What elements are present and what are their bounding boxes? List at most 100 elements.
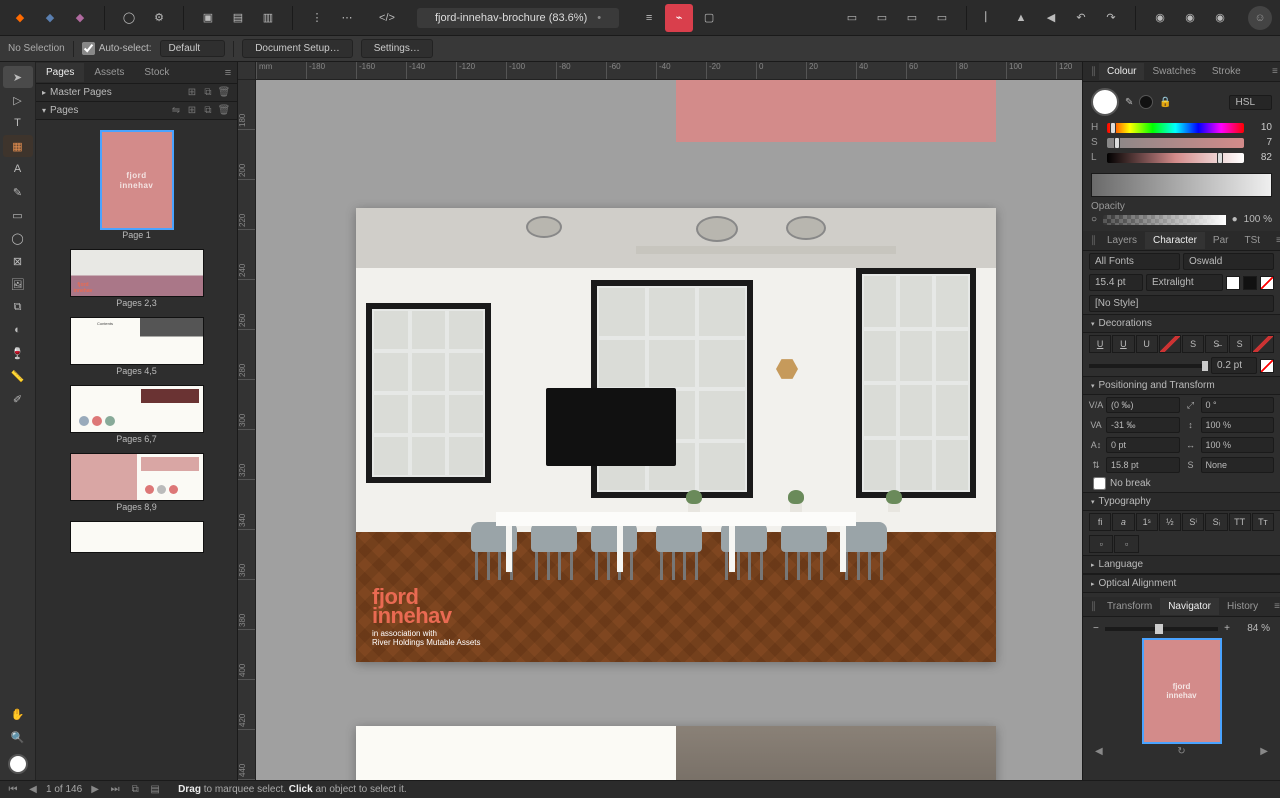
hscale-field[interactable]: 100 % xyxy=(1201,437,1275,453)
strike-none-btn[interactable] xyxy=(1252,335,1274,353)
master-pages-section[interactable]: ▸ Master Pages ⊞ ⧉ 🗑 xyxy=(36,84,237,102)
underline-color-btn[interactable]: U xyxy=(1136,335,1158,353)
view-mode-icon[interactable]: ◯ xyxy=(115,4,143,32)
fractions-btn[interactable]: ½ xyxy=(1159,513,1181,531)
align-left-icon[interactable]: ⎸ xyxy=(977,4,1005,32)
text-panel-collapse-icon[interactable]: ∥ xyxy=(1083,232,1099,249)
settings-button[interactable]: Settings… xyxy=(361,39,433,58)
italic-alt-btn[interactable]: a xyxy=(1112,513,1134,531)
toggle-ui-icon[interactable]: ≡ xyxy=(635,4,663,32)
ungroup-icon[interactable]: ◉ xyxy=(1176,4,1204,32)
navigator-thumbnail[interactable]: fjordinnehav xyxy=(1144,640,1220,742)
ligatures-btn[interactable]: fi xyxy=(1089,513,1111,531)
hue-value[interactable]: 10 xyxy=(1250,122,1272,133)
kerning-field[interactable]: (0 ‰) xyxy=(1106,397,1180,413)
page-thumb-23[interactable]: fjordinnehav xyxy=(71,250,203,296)
nav-rotate-icon[interactable]: ↻ xyxy=(1177,746,1185,757)
zoom-tool[interactable]: 🔍 xyxy=(3,726,33,748)
spread-main[interactable]: fjord innehav in association withRiver H… xyxy=(356,208,996,662)
assets-tab[interactable]: Assets xyxy=(84,63,134,82)
font-family-dropdown[interactable]: Oswald xyxy=(1183,253,1274,270)
page-thumb-next[interactable] xyxy=(71,522,203,552)
colour-tab[interactable]: Colour xyxy=(1099,63,1144,80)
document-setup-button[interactable]: Document Setup… xyxy=(242,39,353,58)
view-hand-tool[interactable]: ✋ xyxy=(3,703,33,725)
pages-section[interactable]: ▾ Pages ⇋ ⊞ ⧉ 🗑 xyxy=(36,102,237,120)
page-thumb-89[interactable] xyxy=(71,454,203,500)
nav-panel-menu-icon[interactable]: ≡ xyxy=(1266,598,1280,615)
pages-del-icon[interactable]: 🗑 xyxy=(217,105,231,116)
snapping-dropdown-icon[interactable]: ⋯ xyxy=(333,4,361,32)
master-dup-icon[interactable]: ⧉ xyxy=(201,87,215,98)
color-lock-icon[interactable]: 🔒 xyxy=(1159,97,1171,108)
fill-tool[interactable]: ◐ xyxy=(3,319,33,341)
text-wrap-3-icon[interactable]: ▥ xyxy=(254,4,282,32)
fill-well-icon[interactable] xyxy=(1091,88,1119,116)
colour-panel-menu-icon[interactable]: ≡ xyxy=(1264,63,1280,80)
transparency-tool[interactable]: 🍷 xyxy=(3,342,33,364)
document-modified-icon[interactable]: • xyxy=(597,12,601,24)
font-size-field[interactable]: 15.4 pt xyxy=(1089,274,1143,291)
status-func1-icon[interactable]: ⧉ xyxy=(128,784,142,795)
page-thumb-67[interactable] xyxy=(71,386,203,432)
sat-slider[interactable] xyxy=(1107,138,1244,148)
subscript-btn[interactable]: Sᵢ xyxy=(1205,513,1227,531)
optical-header[interactable]: Optical Alignment xyxy=(1099,578,1177,589)
opacity-value[interactable]: 100 % xyxy=(1244,214,1272,225)
text-fill-swatch[interactable] xyxy=(1226,276,1240,290)
swatches-tab[interactable]: Swatches xyxy=(1144,63,1203,80)
dec-color-swatch[interactable] xyxy=(1260,359,1274,373)
nav-panel-collapse-icon[interactable]: ∥ xyxy=(1083,598,1099,615)
zoom-value[interactable]: 84 % xyxy=(1236,623,1270,634)
allcaps-btn[interactable]: TT xyxy=(1229,513,1251,531)
strike2-btn[interactable]: S̶ xyxy=(1205,335,1227,353)
last-page-icon[interactable]: ⏭ xyxy=(108,784,122,795)
hue-slider[interactable] xyxy=(1107,123,1244,133)
positioning-header[interactable]: Positioning and Transform xyxy=(1099,380,1215,391)
first-page-icon[interactable]: ⏮ xyxy=(6,784,20,795)
fill-swatch-icon[interactable] xyxy=(3,749,33,779)
language-header[interactable]: Language xyxy=(1099,559,1144,570)
lum-slider[interactable] xyxy=(1107,153,1244,163)
opacity-slider[interactable] xyxy=(1103,215,1226,225)
baseline-field[interactable]: 0 pt xyxy=(1106,437,1180,453)
preflight-icon[interactable]: </> xyxy=(373,4,401,32)
link-icon[interactable]: ◉ xyxy=(1206,4,1234,32)
rotate-ccw-icon[interactable]: ↶ xyxy=(1067,4,1095,32)
nobreak-checkbox[interactable] xyxy=(1093,477,1106,490)
pages-dup-icon[interactable]: ⧉ xyxy=(201,105,215,116)
text-wrap-2-icon[interactable]: ▤ xyxy=(224,4,252,32)
dec-slider[interactable] xyxy=(1089,364,1208,368)
page-thumb-1[interactable]: fjordinnehav xyxy=(102,132,172,228)
zoom-slider[interactable] xyxy=(1105,627,1218,631)
nav-prev-icon[interactable]: ◀ xyxy=(1095,746,1103,757)
table-tool[interactable]: ▦ xyxy=(3,135,33,157)
zoom-out-btn[interactable]: − xyxy=(1093,623,1099,634)
typo-opt2-btn[interactable]: ▫ xyxy=(1114,535,1138,553)
spread-preview-prev[interactable] xyxy=(676,80,996,142)
pen-tool[interactable]: ✎ xyxy=(3,181,33,203)
navigator-tab[interactable]: Navigator xyxy=(1160,598,1219,615)
baseline-grid-icon[interactable]: ⋮ xyxy=(303,4,331,32)
arrange-backward-icon[interactable]: ▭ xyxy=(868,4,896,32)
ruler-horizontal[interactable]: mm-180-160-140-120-100-80-60-40-20020406… xyxy=(256,62,1082,80)
app-designer-icon[interactable]: ◆ xyxy=(36,4,64,32)
smallcaps-btn[interactable]: Tᴛ xyxy=(1252,513,1274,531)
text-bg-swatch[interactable] xyxy=(1243,276,1257,290)
shear-field[interactable]: 0 ° xyxy=(1201,397,1275,413)
master-del-icon[interactable]: 🗑 xyxy=(217,87,231,98)
pages-tab[interactable]: Pages xyxy=(36,63,84,82)
autoselect-checkbox[interactable]: Auto-select: xyxy=(82,42,152,55)
nav-next-icon[interactable]: ▶ xyxy=(1260,746,1268,757)
tracking-field[interactable]: -31 ‰ xyxy=(1106,417,1180,433)
paragraph-tab[interactable]: Par xyxy=(1205,232,1237,249)
stock-tab[interactable]: Stock xyxy=(134,63,179,82)
rectangle-tool[interactable]: ▭ xyxy=(3,204,33,226)
snapping-toggle-icon[interactable]: ⌁ xyxy=(665,4,693,32)
artistic-text-tool[interactable]: A xyxy=(3,158,33,180)
arrange-forward-icon[interactable]: ▭ xyxy=(898,4,926,32)
master-add-icon[interactable]: ⊞ xyxy=(185,87,199,98)
typo-opt1-btn[interactable]: ▫ xyxy=(1089,535,1113,553)
next-page-icon[interactable]: ▶ xyxy=(88,784,102,795)
lang-inline-field[interactable]: None xyxy=(1201,457,1275,473)
